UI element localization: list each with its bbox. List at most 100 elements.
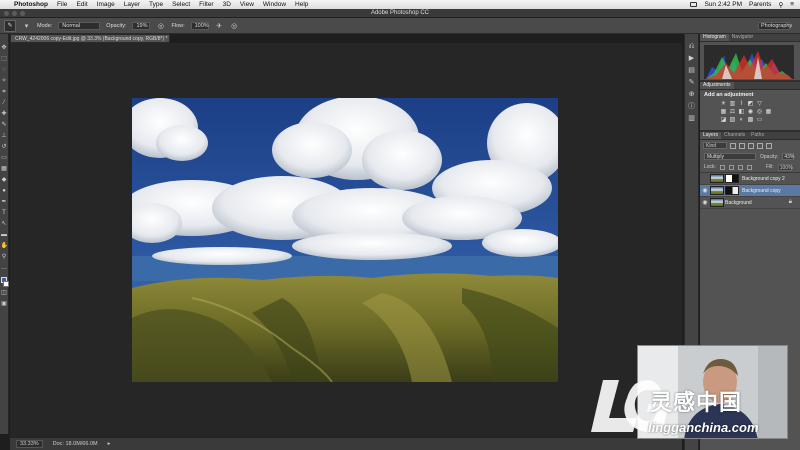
type-tool-icon[interactable]: T <box>1 209 8 218</box>
background-color-swatch[interactable] <box>3 281 9 287</box>
filter-adjustment-icon[interactable] <box>739 142 745 149</box>
tab-navigator[interactable]: Navigator <box>729 34 756 41</box>
filter-type-icon[interactable] <box>748 142 754 149</box>
canvas-area[interactable] <box>10 43 682 437</box>
tab-paths[interactable]: Paths <box>748 132 767 139</box>
menu-select[interactable]: Select <box>172 1 190 8</box>
user-menu[interactable]: Parents <box>749 1 771 8</box>
blend-mode-select[interactable]: Multiply <box>704 153 756 160</box>
filter-smart-icon[interactable] <box>766 142 772 149</box>
threshold-icon[interactable]: ◐ <box>738 117 745 123</box>
shape-tool-icon[interactable]: ▬ <box>1 231 8 240</box>
brightness-icon[interactable]: ☀ <box>720 101 727 107</box>
pressure-size-icon[interactable]: ◎ <box>230 21 239 30</box>
layer-row-selected[interactable]: ◉ Background copy <box>700 185 800 197</box>
crop-tool-icon[interactable]: ⌗ <box>1 88 8 97</box>
menu-view[interactable]: View <box>240 1 254 8</box>
brush-presets-icon[interactable]: ▤ <box>687 66 696 75</box>
menu-image[interactable]: Image <box>97 1 115 8</box>
layer-row[interactable]: Background copy 2 <box>700 173 800 185</box>
selective-color-icon[interactable]: ▩ <box>747 117 754 123</box>
tab-histogram[interactable]: Histogram <box>700 34 729 41</box>
eyedropper-tool-icon[interactable]: ⁄ <box>1 99 8 108</box>
eye-icon[interactable]: ◉ <box>700 199 710 206</box>
lock-position-icon[interactable] <box>737 164 743 170</box>
layer-name[interactable]: Background <box>725 200 752 206</box>
gradient-tool-icon[interactable]: ▦ <box>1 165 8 174</box>
filter-shape-icon[interactable] <box>757 142 763 149</box>
blur-tool-icon[interactable]: ◆ <box>1 176 8 185</box>
menu-file[interactable]: File <box>57 1 67 8</box>
hand-tool-icon[interactable]: ✋ <box>1 242 8 251</box>
layer-kind-filter[interactable]: Kind <box>703 142 727 149</box>
pen-tool-icon[interactable]: ✒ <box>1 198 8 207</box>
invert-icon[interactable]: ◪ <box>720 117 727 123</box>
menu-window[interactable]: Window <box>263 1 286 8</box>
color-balance-icon[interactable]: ⚖ <box>729 109 736 115</box>
black-white-icon[interactable]: ◧ <box>738 109 745 115</box>
brush-tool-icon[interactable]: ✎ <box>1 121 8 130</box>
layer-opacity-field[interactable]: 43% <box>782 153 794 160</box>
curves-icon[interactable]: ⌇ <box>738 101 745 107</box>
document-image[interactable] <box>132 98 558 382</box>
properties-panel-icon[interactable]: ▥ <box>687 114 696 123</box>
document-tab[interactable]: CRW_4242006 copy-Edit.jpg @ 33.3% (Backg… <box>10 34 170 43</box>
gradient-map-icon[interactable]: ▭ <box>756 117 763 123</box>
menu-layer[interactable]: Layer <box>124 1 140 8</box>
more-tools-icon[interactable]: … <box>1 264 8 273</box>
status-arrow-icon[interactable]: ▸ <box>108 441 111 447</box>
lock-transparent-icon[interactable] <box>719 164 725 170</box>
lasso-tool-icon[interactable]: ◌ <box>1 66 8 75</box>
flow-field[interactable]: 100% <box>190 21 209 30</box>
fill-field[interactable]: 100% <box>777 163 793 171</box>
tool-preset-picker[interactable]: ✎ <box>4 19 16 32</box>
layer-mask-thumbnail[interactable] <box>725 174 739 183</box>
path-select-tool-icon[interactable]: ↖ <box>1 220 8 229</box>
brush-settings-icon[interactable]: ▾ <box>22 21 31 30</box>
layer-row[interactable]: ◉ Background 🔒︎ <box>700 197 800 209</box>
close-window-button[interactable] <box>4 11 9 16</box>
list-icon[interactable]: ≡ <box>790 1 794 8</box>
clock[interactable]: Sun 2:42 PM <box>704 1 742 8</box>
marquee-tool-icon[interactable]: ⬚ <box>1 55 8 64</box>
menu-edit[interactable]: Edit <box>76 1 87 8</box>
exposure-icon[interactable]: ◩ <box>747 101 754 107</box>
levels-icon[interactable]: ▥ <box>729 101 736 107</box>
zoom-tool-icon[interactable]: ⚲ <box>1 253 8 262</box>
pressure-opacity-icon[interactable]: ◎ <box>156 21 165 30</box>
healing-tool-icon[interactable]: ✚ <box>1 110 8 119</box>
photo-filter-icon[interactable]: ◉ <box>747 109 754 115</box>
mode-select[interactable]: Normal <box>58 21 101 30</box>
minimize-window-button[interactable] <box>12 11 17 16</box>
doc-size-info[interactable]: Doc: 18.0M/66.0M <box>53 441 98 447</box>
menu-help[interactable]: Help <box>295 1 308 8</box>
opacity-field[interactable]: 19% <box>132 21 151 30</box>
filter-pixel-icon[interactable] <box>730 142 736 149</box>
color-lookup-icon[interactable]: ▦ <box>765 109 772 115</box>
eye-icon[interactable]: ◉ <box>700 187 710 194</box>
actions-panel-icon[interactable]: ▶ <box>687 54 696 63</box>
layer-name[interactable]: Background copy 2 <box>742 176 785 182</box>
zoom-window-button[interactable] <box>20 11 25 16</box>
channel-mixer-icon[interactable]: ◎ <box>756 109 763 115</box>
eraser-tool-icon[interactable]: ▭ <box>1 154 8 163</box>
search-icon[interactable]: ⚲ <box>778 1 783 9</box>
battery-icon[interactable] <box>690 2 698 7</box>
quick-select-tool-icon[interactable]: ✧ <box>1 77 8 86</box>
airbrush-icon[interactable]: ✈ <box>215 21 224 30</box>
menu-3d[interactable]: 3D <box>223 1 231 8</box>
clone-source-icon[interactable]: ⊕ <box>687 90 696 99</box>
clone-stamp-tool-icon[interactable]: ⊥ <box>1 132 8 141</box>
quick-mask-icon[interactable]: ◫ <box>1 289 8 298</box>
history-brush-tool-icon[interactable]: ↺ <box>1 143 8 152</box>
history-panel-icon[interactable]: ⎌ <box>687 42 696 51</box>
posterize-icon[interactable]: ▨ <box>729 117 736 123</box>
layer-name[interactable]: Background copy <box>742 188 781 194</box>
app-menu[interactable]: Photoshop <box>14 1 48 8</box>
hue-saturation-icon[interactable]: ▦ <box>720 109 727 115</box>
tab-adjustments[interactable]: Adjustments <box>700 82 734 89</box>
move-tool-icon[interactable]: ✥ <box>1 44 8 53</box>
menu-type[interactable]: Type <box>149 1 163 8</box>
info-panel-icon[interactable]: ⓘ <box>687 102 696 111</box>
zoom-level-field[interactable]: 33.33% <box>16 440 43 448</box>
